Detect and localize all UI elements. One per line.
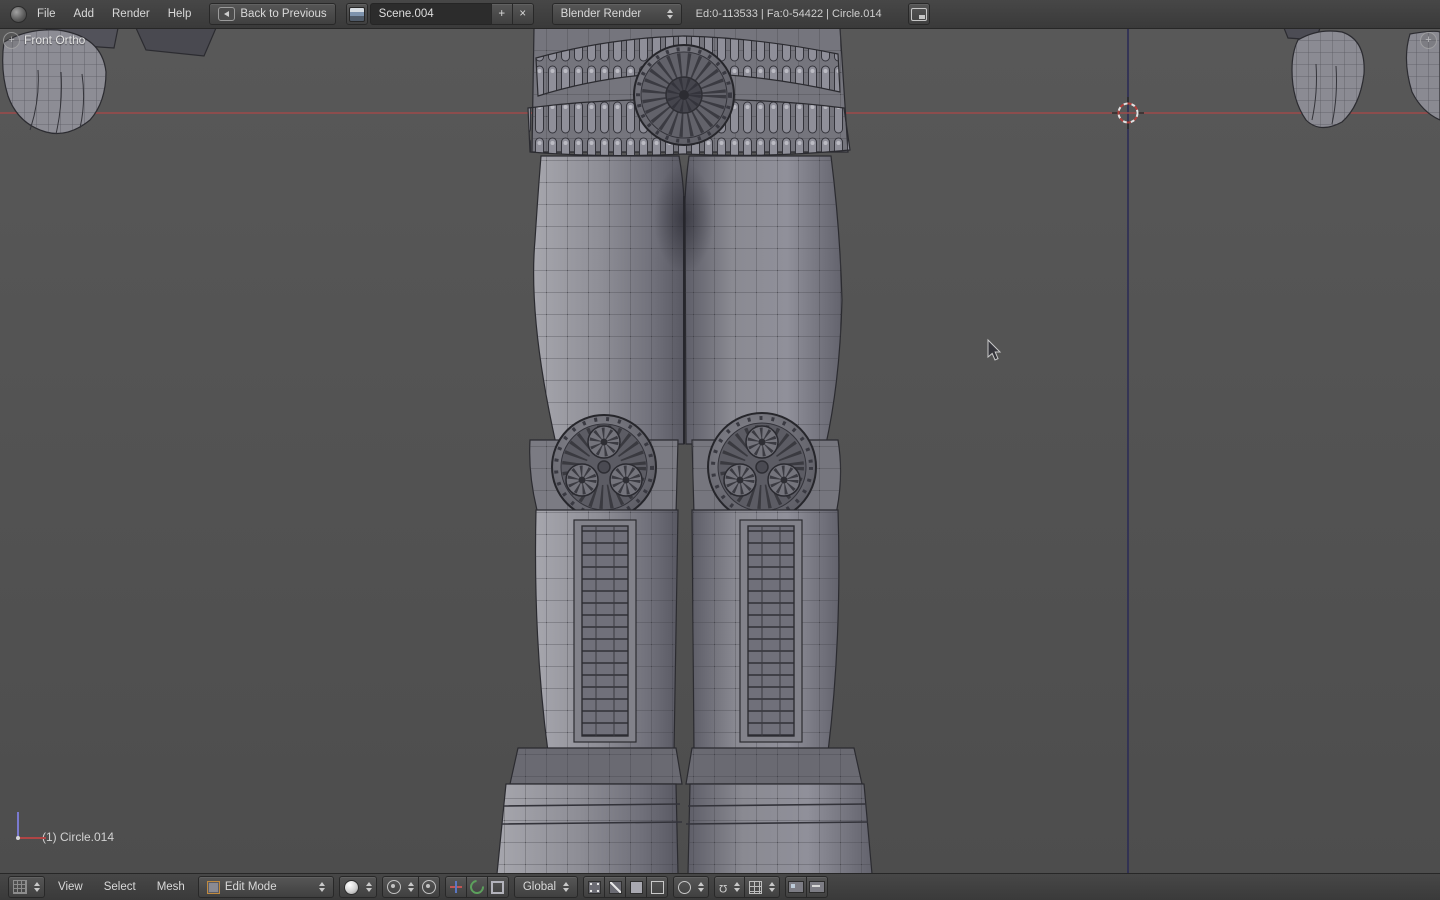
mode-select[interactable]: Edit Mode bbox=[197, 876, 334, 898]
thighs bbox=[533, 155, 843, 445]
edge-select-mode-button[interactable] bbox=[604, 876, 627, 898]
render-engine-select[interactable]: Blender Render bbox=[551, 3, 682, 25]
chevron-updown-icon bbox=[769, 882, 776, 892]
vertex-mode-icon bbox=[587, 880, 601, 894]
pivot-point-select[interactable] bbox=[381, 876, 419, 898]
limit-to-visible-toggle[interactable] bbox=[646, 876, 669, 898]
region-expand-right-icon[interactable]: + bbox=[1420, 32, 1437, 49]
proportional-edit-select[interactable] bbox=[673, 876, 710, 898]
pivot-align-toggle[interactable] bbox=[417, 876, 440, 898]
back-arrow-icon bbox=[218, 7, 236, 21]
chevron-updown-icon bbox=[407, 882, 414, 892]
info-header: File Add Render Help Back to Previous Sc… bbox=[0, 0, 1440, 29]
viewport-header: View Select Mesh Edit Mode Global Ω bbox=[0, 873, 1440, 900]
view-orientation-label: Front Ortho bbox=[24, 33, 86, 47]
chevron-updown-icon bbox=[318, 882, 325, 892]
viewport-3d[interactable]: + + Front Ortho (1) Circle.014 bbox=[0, 28, 1440, 874]
occlude-icon bbox=[650, 880, 664, 894]
snap-element-select[interactable] bbox=[744, 876, 781, 898]
chevron-updown-icon bbox=[34, 882, 40, 892]
unlink-scene-button[interactable]: × bbox=[511, 3, 534, 25]
back-to-previous-button[interactable]: Back to Previous bbox=[209, 3, 336, 25]
menu-mesh[interactable]: Mesh bbox=[149, 878, 193, 896]
render-anim-icon bbox=[809, 881, 826, 893]
menu-render[interactable]: Render bbox=[104, 5, 158, 23]
maximize-window-button[interactable] bbox=[907, 3, 930, 25]
pivot-icon bbox=[386, 880, 401, 894]
shading-sphere-icon bbox=[343, 879, 359, 895]
face-mode-icon bbox=[629, 880, 643, 894]
chevron-updown-icon bbox=[698, 882, 705, 892]
snap-element-icon bbox=[749, 880, 763, 894]
edge-mode-icon bbox=[608, 880, 622, 894]
mini-axis-gizmo bbox=[16, 812, 46, 840]
menu-add[interactable]: Add bbox=[66, 5, 102, 23]
menu-select[interactable]: Select bbox=[96, 878, 144, 896]
screen-layout-browse-button[interactable] bbox=[345, 3, 368, 25]
scene-name-field[interactable]: Scene.004 bbox=[369, 3, 492, 25]
render-still-icon bbox=[788, 881, 805, 893]
vertex-select-mode-button[interactable] bbox=[583, 876, 606, 898]
rotate-icon bbox=[466, 877, 487, 897]
chevron-updown-icon bbox=[563, 882, 570, 892]
menu-file[interactable]: File bbox=[29, 5, 64, 23]
scene-statistics: Ed:0-113533 | Fa:0-54422 | Circle.014 bbox=[695, 8, 882, 20]
region-expand-left-icon[interactable]: + bbox=[3, 32, 20, 49]
pivot-align-icon bbox=[421, 880, 436, 894]
chevron-updown-icon bbox=[734, 882, 741, 892]
face-select-mode-button[interactable] bbox=[625, 876, 648, 898]
editor-type-icon bbox=[13, 880, 27, 894]
chevron-updown-icon bbox=[365, 882, 372, 892]
left-knee-disc bbox=[551, 414, 657, 520]
right-knee-disc bbox=[707, 412, 817, 522]
blender-logo-icon[interactable] bbox=[10, 5, 27, 23]
translate-icon bbox=[449, 881, 462, 893]
menu-help[interactable]: Help bbox=[160, 5, 200, 23]
viewport-shading-select[interactable] bbox=[338, 876, 377, 898]
magnet-icon: Ω bbox=[719, 881, 728, 894]
shin-ladder-right bbox=[739, 519, 803, 743]
opengl-render-button[interactable] bbox=[785, 876, 808, 898]
chevron-updown-icon bbox=[666, 9, 673, 19]
blender-window: File Add Render Help Back to Previous Sc… bbox=[0, 0, 1440, 900]
add-scene-button[interactable]: + bbox=[490, 3, 513, 25]
edit-mode-cube-icon bbox=[206, 880, 220, 894]
shin-ladder-left bbox=[573, 519, 637, 743]
window-icon bbox=[910, 7, 927, 21]
opengl-render-anim-button[interactable] bbox=[806, 876, 829, 898]
belt-buckle bbox=[633, 44, 735, 146]
scale-icon bbox=[491, 880, 505, 894]
transform-orientation-select[interactable]: Global bbox=[513, 876, 579, 898]
screen-layout-icon bbox=[348, 6, 365, 22]
manipulator-translate-toggle[interactable] bbox=[444, 876, 467, 898]
manipulator-rotate-toggle[interactable] bbox=[465, 876, 488, 898]
editor-type-select[interactable] bbox=[8, 876, 45, 898]
snap-toggle-select[interactable]: Ω bbox=[714, 876, 746, 898]
menu-view[interactable]: View bbox=[50, 878, 91, 896]
proportional-edit-icon bbox=[678, 880, 692, 894]
manipulator-scale-toggle[interactable] bbox=[486, 876, 509, 898]
